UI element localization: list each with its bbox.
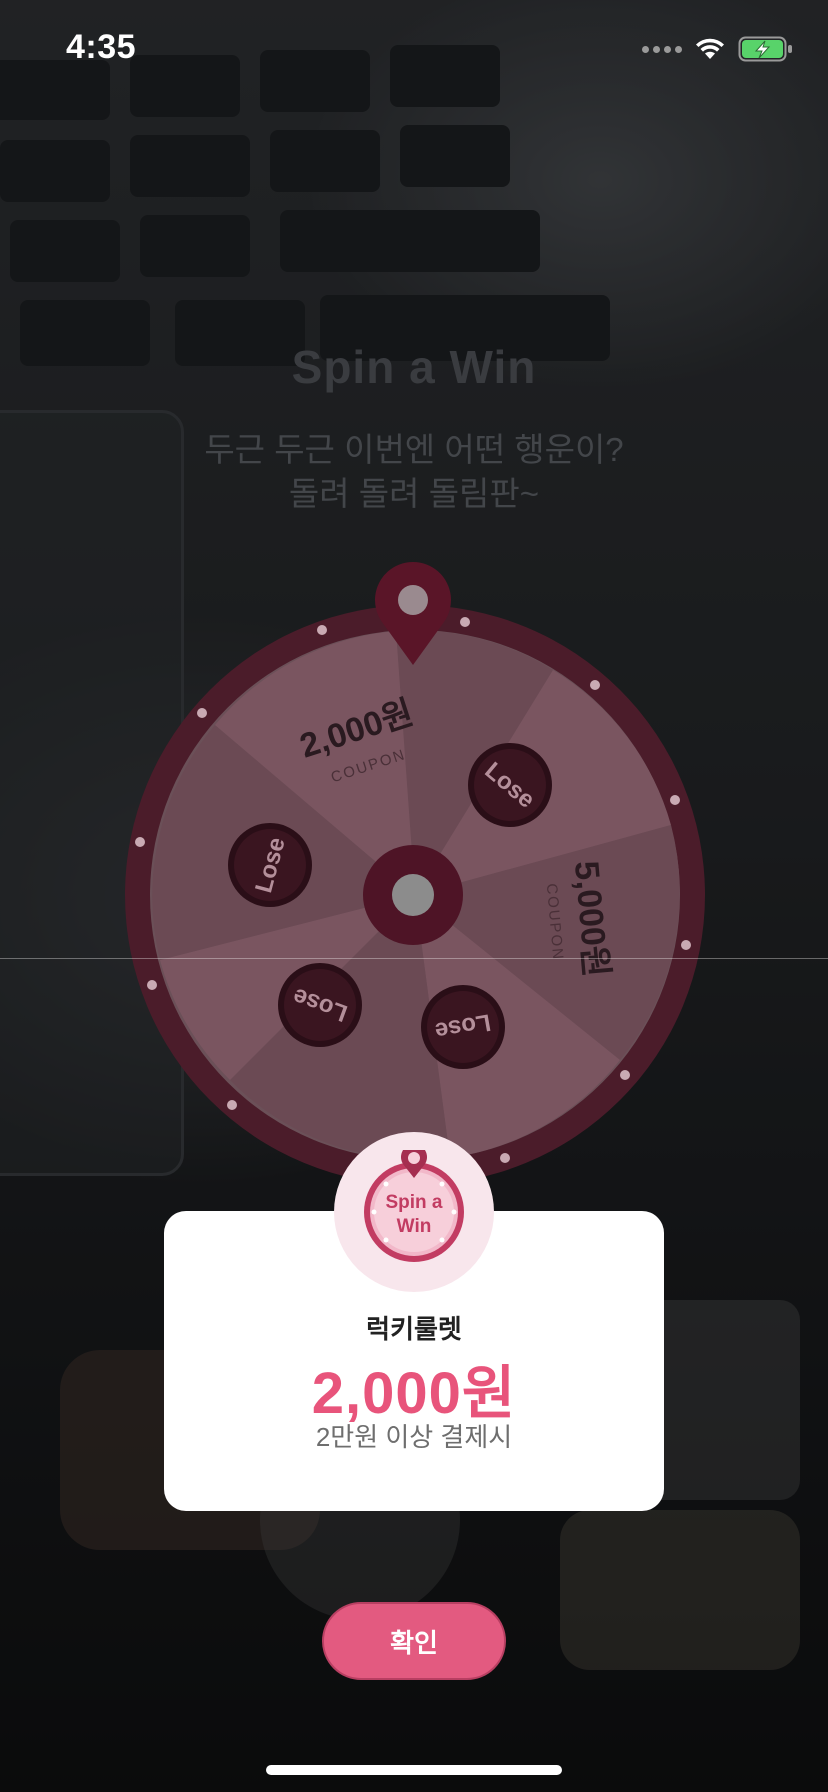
confirm-button[interactable]: 확인 <box>322 1602 506 1680</box>
result-condition: 2만원 이상 결제시 <box>315 1422 513 1452</box>
lose-bomb-4: Lose <box>421 985 505 1069</box>
prize-wheel[interactable]: 2,000원 COUPON 5,000원 COUPON Lose Lose Lo… <box>120 560 710 1200</box>
wifi-icon <box>696 38 724 59</box>
page-title: Spin a Win <box>291 341 537 393</box>
lose-bomb-3: Lose <box>278 963 362 1047</box>
lose-bomb-2: Lose <box>228 823 312 907</box>
page-subtitle: 두근 두근 이번엔 어떤 행운이? 돌려 돌려 돌림판~ <box>0 428 828 516</box>
spin-a-win-badge-icon: Spin a Win <box>364 1150 464 1262</box>
badge-text-line-1: Spin a <box>385 1192 442 1213</box>
subtitle-line-1: 두근 두근 이번엔 어떤 행운이? <box>204 431 624 468</box>
battery-charging-icon <box>738 36 792 62</box>
result-label: 럭키룰렛 <box>366 1314 462 1344</box>
badge-text-line-2: Win <box>397 1216 432 1237</box>
status-icons <box>642 34 794 64</box>
lose-bomb-1: Lose <box>468 743 552 827</box>
subtitle-line-2: 돌려 돌려 돌림판~ <box>288 475 540 512</box>
divider-line <box>0 958 828 959</box>
home-indicator[interactable] <box>266 1765 562 1775</box>
cellular-signal-icon <box>642 45 682 53</box>
status-time: 4:35 <box>66 28 137 66</box>
title-area: Spin a Win 두근 두근 이번엔 어떤 행운이? 돌려 돌려 돌림판~ <box>0 340 828 516</box>
